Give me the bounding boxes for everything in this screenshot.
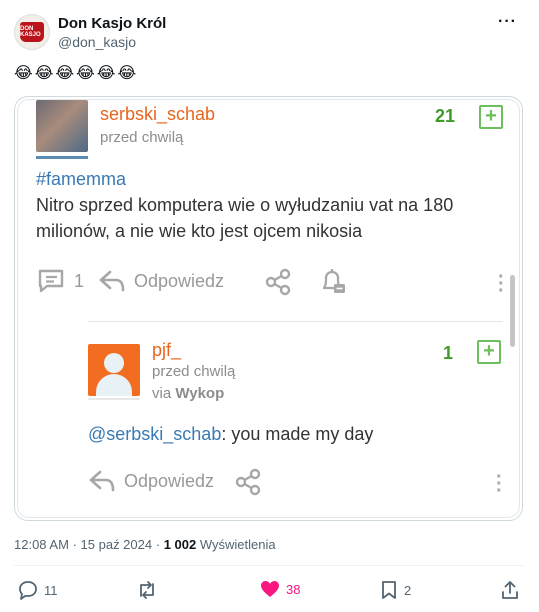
- reply-actions: Odpowiedz · · ·: [88, 467, 508, 501]
- embedded-screenshot[interactable]: serbski_schab przed chwilą 21 + #famemma…: [14, 96, 523, 521]
- post-time: przed chwilą: [100, 129, 184, 146]
- post-body: #famemma Nitro sprzed komputera wie o wy…: [36, 166, 506, 244]
- comments-button[interactable]: 1: [36, 268, 84, 294]
- comment-bubble-icon: [38, 269, 64, 293]
- reply-upvote-plus-icon[interactable]: +: [477, 340, 501, 364]
- more-options-icon[interactable]: ···: [498, 14, 517, 30]
- observe-button[interactable]: [318, 268, 348, 296]
- post-upvote-plus-icon[interactable]: +: [479, 105, 503, 129]
- comment-count: 1: [74, 270, 85, 291]
- thumbnail-underline: [36, 156, 88, 159]
- share-icon: [265, 268, 291, 296]
- bookmark-icon: [382, 581, 396, 599]
- reply-vote-count: 1: [442, 343, 453, 363]
- post-text: Nitro sprzed komputera wie o wyłudzaniu …: [36, 195, 454, 241]
- reply-count: 11: [44, 582, 58, 598]
- retweet-icon: [140, 581, 154, 599]
- post-more-icon[interactable]: · · ·: [498, 267, 505, 301]
- reply-body: @serbski_schab: you made my day: [88, 424, 373, 445]
- share-upload-icon: [502, 581, 518, 599]
- tweet-text: 😂😂😂😂😂😂: [14, 65, 139, 82]
- avatar-shoulders: [96, 374, 132, 396]
- reply-reply-label: Odpowiedz: [124, 470, 215, 491]
- via-prefix: via: [152, 385, 172, 402]
- reply-mention[interactable]: @serbski_schab: [88, 424, 221, 444]
- scrollbar[interactable]: [510, 275, 515, 347]
- tweet-meta: 12:08 AM · 15 paź 2024 · 1 002 Wyświetle…: [14, 537, 276, 552]
- avatar-head: [104, 353, 124, 373]
- tweet-action-bar: 11 38 2: [18, 578, 523, 602]
- meta-separator: ·: [72, 537, 77, 552]
- author-handle[interactable]: @don_kasjo: [58, 34, 136, 50]
- author-name[interactable]: Don Kasjo Król: [58, 15, 166, 32]
- reply-action[interactable]: 11: [18, 580, 58, 600]
- heart-icon: [261, 581, 279, 597]
- bookmark-count: 2: [404, 582, 412, 598]
- reply-text: : you made my day: [221, 424, 374, 444]
- post-actions: 1 Odpowiedz · · ·: [36, 267, 506, 301]
- views-count: 1 002: [163, 537, 197, 552]
- like-action[interactable]: 38: [260, 580, 300, 598]
- views-label: Wyświetlenia: [199, 537, 276, 552]
- reply-separator: [88, 321, 503, 322]
- share-icon: [235, 468, 261, 496]
- bell-icon: [322, 269, 345, 293]
- reply-time: przed chwilą: [152, 363, 236, 380]
- tweet-date[interactable]: 15 paź 2024: [81, 537, 153, 552]
- reply-share-button[interactable]: [234, 468, 262, 496]
- reply-avatar-underline: [88, 398, 140, 400]
- reply-arrow-icon: [99, 270, 125, 292]
- reply-button[interactable]: Odpowiedz: [98, 268, 224, 294]
- reply-author-avatar[interactable]: [88, 344, 140, 396]
- reply-label: Odpowiedz: [134, 270, 225, 291]
- post-author-name[interactable]: serbski_schab: [100, 104, 215, 125]
- retweet-action[interactable]: [136, 580, 158, 600]
- reply-author-name[interactable]: pjf_: [152, 340, 181, 361]
- like-count: 38: [286, 581, 301, 597]
- avatar-logo: DON KASJO: [20, 22, 44, 42]
- share-action[interactable]: [500, 580, 520, 600]
- reply-more-icon[interactable]: · · ·: [496, 467, 503, 501]
- tweet-time[interactable]: 12:08 AM: [14, 537, 69, 552]
- embedded-content: serbski_schab przed chwilą 21 + #famemma…: [17, 99, 520, 518]
- post-hashtag[interactable]: #famemma: [36, 166, 506, 192]
- via-source: Wykop: [175, 385, 225, 402]
- meta-separator: ·: [155, 537, 161, 552]
- reply-reply-button[interactable]: Odpowiedz: [88, 468, 214, 494]
- post-vote-count: 21: [434, 106, 455, 126]
- author-avatar[interactable]: DON KASJO: [14, 14, 50, 50]
- reply-arrow-icon: [89, 470, 115, 492]
- post-author-thumbnail[interactable]: [36, 100, 88, 152]
- bookmark-action[interactable]: 2: [380, 580, 411, 600]
- reply-bubble-icon: [19, 581, 37, 600]
- reply-via: via Wykop: [152, 385, 224, 402]
- share-button[interactable]: [264, 268, 292, 296]
- meta-divider: [14, 565, 525, 566]
